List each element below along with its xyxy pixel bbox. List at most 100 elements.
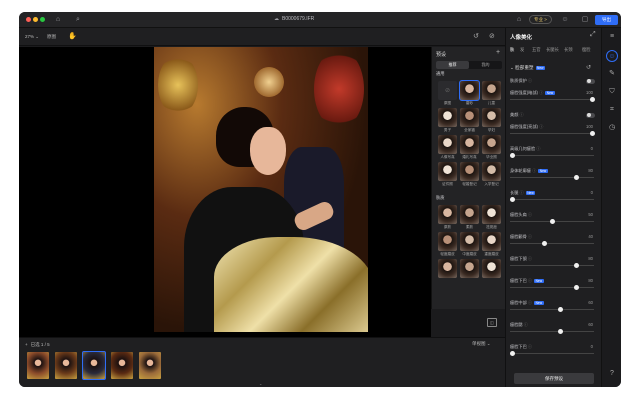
info-icon[interactable]: ⓘ <box>535 146 540 151</box>
slider-value[interactable]: 80 <box>580 278 593 283</box>
slider-knob[interactable] <box>590 97 595 102</box>
slider-track[interactable] <box>510 263 594 268</box>
slider-track[interactable] <box>510 131 595 136</box>
preset-thumbnail[interactable] <box>482 108 501 127</box>
preset-thumbnail[interactable] <box>460 232 479 251</box>
collapse-filmstrip-icon[interactable]: ⌃ <box>259 383 262 387</box>
minimize-window-button[interactable] <box>33 17 38 22</box>
info-icon[interactable]: ⓘ <box>527 78 532 83</box>
info-icon[interactable]: ⓘ <box>518 112 524 117</box>
preset-thumbnail[interactable] <box>438 108 457 127</box>
bucket-icon[interactable]: ⛉ <box>606 86 618 98</box>
layout-icon[interactable]: ▢ <box>580 15 590 25</box>
slider-track[interactable] <box>510 219 594 224</box>
film-thumbnail[interactable] <box>27 352 49 379</box>
add-preset-icon[interactable]: + <box>496 49 500 56</box>
portrait-retouch-icon[interactable]: ☺ <box>606 50 618 62</box>
feature-tab[interactable]: 发 <box>520 47 524 53</box>
zoom-select[interactable]: 27% ⌄ <box>25 34 39 40</box>
preset-thumbnail[interactable] <box>460 162 479 181</box>
preset-thumbnail[interactable] <box>438 259 457 278</box>
slider-value[interactable]: 60 <box>580 300 593 305</box>
slider-track[interactable] <box>510 351 594 356</box>
info-icon[interactable]: ⓘ <box>538 90 543 95</box>
info-icon[interactable]: ⓘ <box>527 278 532 283</box>
slider-value[interactable]: 100 <box>580 124 593 129</box>
slider-value[interactable]: 80 <box>580 256 593 261</box>
slider-track[interactable] <box>510 97 595 102</box>
preset-thumbnail[interactable] <box>482 162 501 181</box>
slider-value[interactable]: 40 <box>580 234 593 239</box>
slider-value[interactable]: 60 <box>580 322 593 327</box>
slider-knob[interactable] <box>574 175 579 180</box>
preset-category-header[interactable]: 肤质 <box>436 195 445 201</box>
info-icon[interactable]: ⓘ <box>531 168 536 173</box>
preset-thumbnail[interactable] <box>438 232 457 251</box>
slider-knob[interactable] <box>510 153 515 158</box>
add-photo-icon[interactable]: + <box>25 342 28 347</box>
info-icon[interactable]: ⓘ <box>527 212 532 217</box>
slider-knob[interactable] <box>574 263 579 268</box>
home-icon[interactable]: ⌂ <box>53 15 63 25</box>
film-thumbnail[interactable] <box>82 351 106 380</box>
slider-knob[interactable] <box>510 197 515 202</box>
gift-icon[interactable]: ⌂ <box>514 15 524 25</box>
preset-thumbnail[interactable]: ⊘ <box>438 81 457 100</box>
preset-thumbnail[interactable] <box>438 162 457 181</box>
info-icon[interactable]: ⓘ <box>527 300 532 305</box>
maximize-window-button[interactable] <box>40 17 45 22</box>
save-preset-button[interactable]: 保存预设 <box>514 373 594 384</box>
info-icon[interactable]: ⓘ <box>518 190 524 195</box>
slider-knob[interactable] <box>574 285 579 290</box>
preset-thumbnail[interactable] <box>438 205 457 224</box>
slider-knob[interactable] <box>558 307 563 312</box>
preset-thumbnail[interactable] <box>482 81 501 100</box>
info-icon[interactable]: ⓘ <box>523 322 528 327</box>
preset-thumbnail[interactable] <box>482 259 501 278</box>
preset-category-header[interactable]: 通用 <box>436 71 445 77</box>
preset-thumbnail[interactable] <box>482 135 501 154</box>
tab-recommended[interactable]: 推荐 <box>436 61 469 69</box>
preset-thumbnail[interactable] <box>438 135 457 154</box>
film-thumbnail[interactable] <box>111 352 133 379</box>
slider-track[interactable] <box>510 197 594 202</box>
preset-thumbnail[interactable] <box>482 205 501 224</box>
toggle-switch[interactable] <box>586 78 595 84</box>
expand-icon[interactable]: ⤢ <box>590 31 596 39</box>
export-button[interactable]: 导出 <box>595 15 618 25</box>
mask-tool-icon[interactable]: ⊘ <box>489 32 495 40</box>
slider-track[interactable] <box>510 307 594 312</box>
feature-tab[interactable]: 五官 <box>532 47 541 53</box>
reset-icon[interactable]: ↺ <box>586 64 591 71</box>
film-thumbnail[interactable] <box>55 352 77 379</box>
info-icon[interactable]: ⓘ <box>527 344 532 349</box>
help-icon[interactable]: ? <box>606 368 618 380</box>
slider-track[interactable] <box>510 153 594 158</box>
view-mode-select[interactable]: 单视图 ⌄ <box>472 341 491 347</box>
history-icon[interactable]: ◷ <box>606 122 618 134</box>
film-thumbnail[interactable] <box>139 352 161 379</box>
preset-thumbnail[interactable] <box>482 232 501 251</box>
toggle-switch[interactable] <box>586 112 595 118</box>
image-canvas[interactable] <box>19 47 431 337</box>
slider-track[interactable] <box>510 285 594 290</box>
preset-thumbnail[interactable] <box>459 80 480 101</box>
close-window-button[interactable] <box>26 17 31 22</box>
tab-mine[interactable]: 我的 <box>469 61 502 69</box>
slider-knob[interactable] <box>542 241 547 246</box>
slider-track[interactable] <box>510 329 594 334</box>
slider-value[interactable]: 80 <box>580 168 593 173</box>
feature-tab[interactable]: 肤 <box>510 47 514 53</box>
preset-thumbnail[interactable] <box>460 205 479 224</box>
slider-knob[interactable] <box>558 329 563 334</box>
section-header[interactable]: ⌄ 脸部重塑 New <box>510 65 545 71</box>
info-icon[interactable]: ⓘ <box>527 256 532 261</box>
hand-tool-icon[interactable]: ✋ <box>68 32 77 40</box>
info-icon[interactable]: ⓘ <box>527 234 532 239</box>
crop-icon[interactable]: ⌗ <box>606 104 618 116</box>
slider-value[interactable]: 0 <box>580 344 593 349</box>
slider-track[interactable] <box>510 241 594 246</box>
feature-tab[interactable]: 瘦脸 <box>582 47 591 53</box>
preset-thumbnail[interactable] <box>460 108 479 127</box>
info-icon[interactable]: ⓘ <box>538 124 543 129</box>
